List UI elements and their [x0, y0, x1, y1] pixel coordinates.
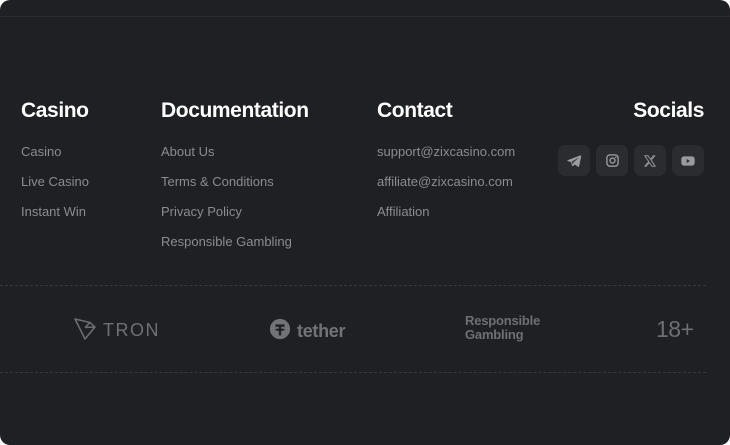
contact-links: support@zixcasino.com affiliate@zixcasin… [377, 144, 515, 234]
instagram-icon [605, 153, 620, 168]
x-button[interactable] [634, 145, 666, 176]
footer-link-about-us[interactable]: About Us [161, 144, 292, 174]
partners-divider-bottom [0, 372, 706, 373]
tether-icon [269, 318, 291, 345]
x-icon [643, 154, 657, 168]
footer-link-live-casino[interactable]: Live Casino [21, 174, 89, 204]
youtube-button[interactable] [672, 145, 704, 176]
footer-link-instant-win[interactable]: Instant Win [21, 204, 89, 234]
contact-column-title: Contact [377, 99, 453, 122]
age-restriction-badge: 18+ [656, 316, 694, 342]
instagram-button[interactable] [596, 145, 628, 176]
tron-wordmark: TRON [103, 320, 160, 340]
responsible-gambling-line1: Responsible [465, 313, 541, 328]
social-links [558, 145, 704, 176]
footer-link-casino[interactable]: Casino [21, 144, 89, 174]
footer-link-affiliation[interactable]: Affiliation [377, 204, 515, 234]
footer-link-support-email[interactable]: support@zixcasino.com [377, 144, 515, 174]
tron-icon [73, 316, 97, 345]
telegram-icon [566, 153, 582, 169]
tether-wordmark: tether [297, 321, 346, 341]
telegram-button[interactable] [558, 145, 590, 176]
tron-logo: TRON [73, 316, 160, 345]
responsible-gambling-logo: Responsible Gambling [465, 314, 540, 342]
partners-divider-top [0, 285, 706, 286]
casino-links: Casino Live Casino Instant Win [21, 144, 89, 234]
site-footer: Casino Casino Live Casino Instant Win Do… [0, 0, 730, 445]
responsible-gambling-line2: Gambling [465, 327, 524, 342]
footer-link-privacy[interactable]: Privacy Policy [161, 204, 292, 234]
tether-logo: tether [269, 318, 346, 345]
documentation-column-title: Documentation [161, 99, 309, 122]
footer-link-responsible-gambling[interactable]: Responsible Gambling [161, 234, 292, 264]
footer-top-divider [0, 16, 730, 17]
footer-link-terms[interactable]: Terms & Conditions [161, 174, 292, 204]
socials-column-title: Socials [633, 99, 704, 122]
youtube-icon [680, 153, 696, 169]
footer-link-affiliate-email[interactable]: affiliate@zixcasino.com [377, 174, 515, 204]
documentation-links: About Us Terms & Conditions Privacy Poli… [161, 144, 292, 264]
casino-column-title: Casino [21, 99, 89, 122]
